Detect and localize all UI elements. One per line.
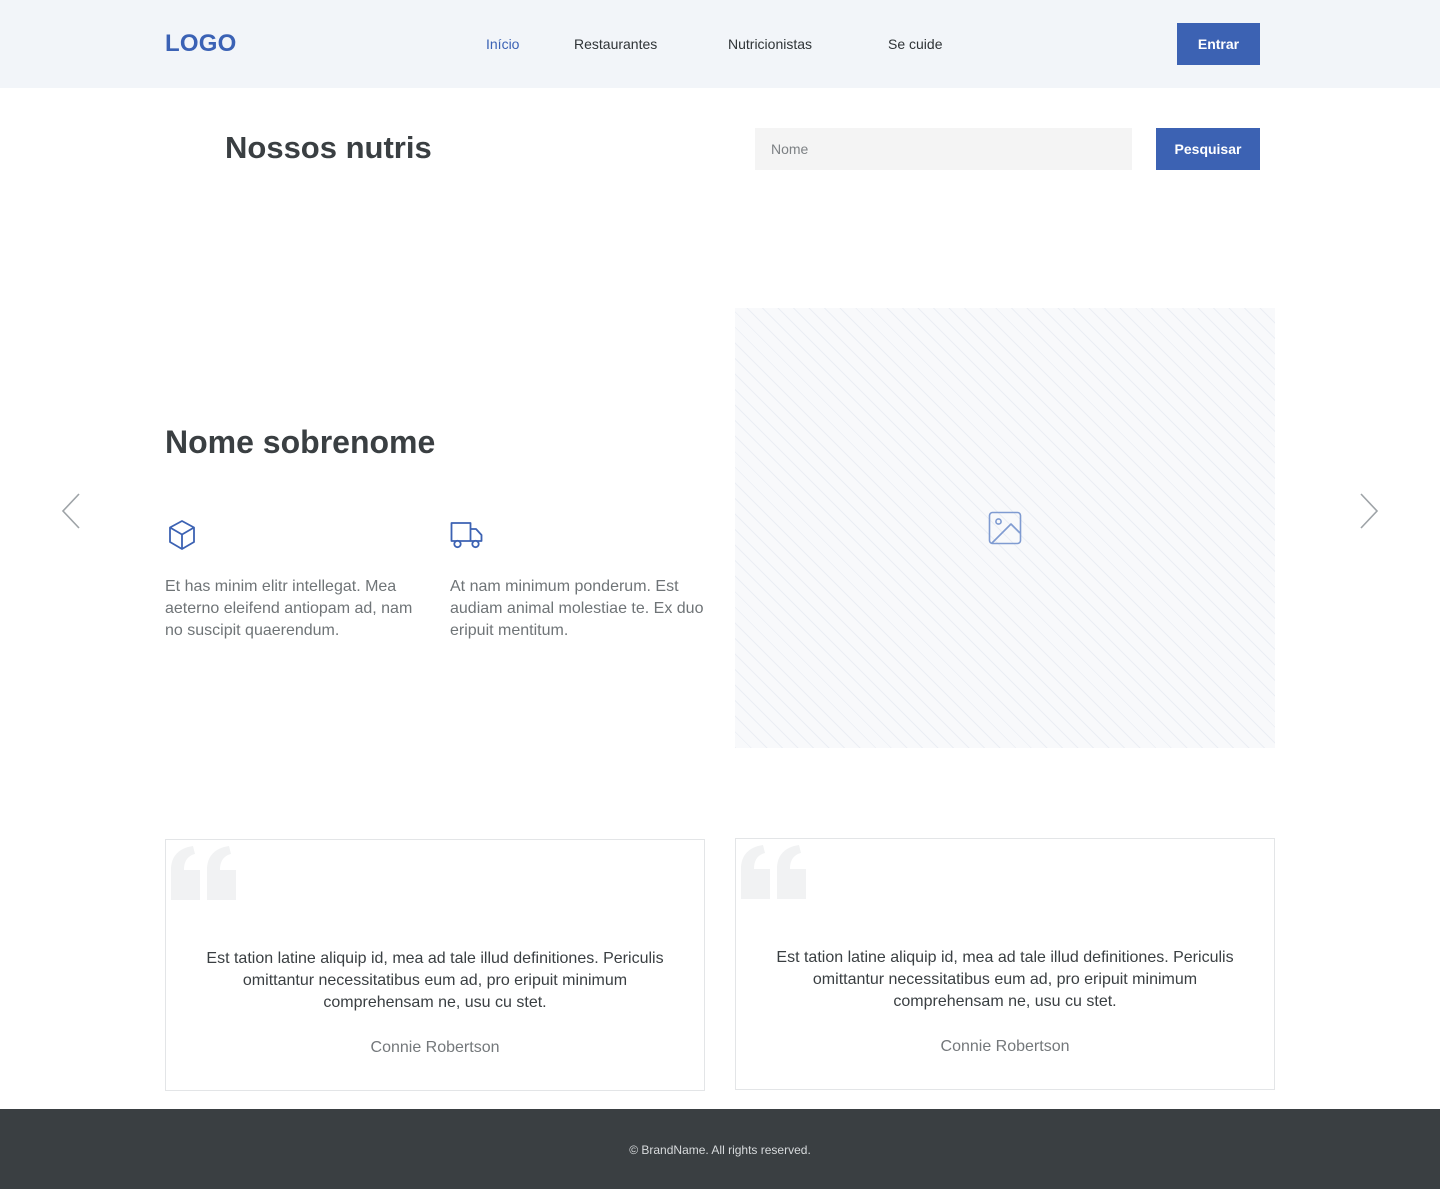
testimonial-card: Est tation latine aliquip id, mea ad tal… — [735, 838, 1275, 1090]
feature-item: At nam minimum ponderum. Est audiam anim… — [450, 518, 710, 642]
chevron-right-icon[interactable] — [1358, 492, 1380, 530]
profile-image-placeholder — [735, 308, 1275, 748]
feature-text: At nam minimum ponderum. Est audiam anim… — [450, 578, 704, 639]
chevron-left-icon[interactable] — [60, 492, 82, 530]
nav-link-inicio[interactable]: Início — [486, 36, 519, 52]
truck-icon — [450, 522, 483, 549]
image-icon — [988, 511, 1022, 545]
testimonial-text: Est tation latine aliquip id, mea ad tal… — [776, 949, 1234, 1010]
quote-icon — [171, 846, 236, 900]
login-button[interactable]: Entrar — [1177, 23, 1260, 65]
search-button[interactable]: Pesquisar — [1156, 128, 1260, 170]
copyright-text: © BrandName. All rights reserved. — [629, 1143, 811, 1157]
search-input[interactable] — [755, 128, 1132, 170]
page-title: Nossos nutris — [225, 130, 432, 165]
testimonial-text: Est tation latine aliquip id, mea ad tal… — [206, 950, 664, 1011]
feature-item: Et has minim elitr intellegat. Mea aeter… — [165, 518, 425, 642]
site-header: LOGO Início Restaurantes Nutricionistas … — [0, 0, 1440, 88]
feature-text: Et has minim elitr intellegat. Mea aeter… — [165, 578, 413, 639]
testimonial-author: Connie Robertson — [940, 1038, 1070, 1055]
nav-link-nutricionistas[interactable]: Nutricionistas — [728, 36, 812, 52]
quote-icon — [741, 845, 806, 899]
box-icon — [169, 520, 195, 550]
testimonial-card: Est tation latine aliquip id, mea ad tal… — [165, 839, 705, 1091]
nav-link-se-cuide[interactable]: Se cuide — [888, 36, 942, 52]
nav-link-restaurantes[interactable]: Restaurantes — [574, 36, 657, 52]
testimonial-author: Connie Robertson — [370, 1039, 500, 1056]
nutritionist-name: Nome sobrenome — [165, 424, 436, 460]
logo[interactable]: LOGO — [165, 30, 236, 58]
site-footer: © BrandName. All rights reserved. — [0, 1109, 1440, 1189]
